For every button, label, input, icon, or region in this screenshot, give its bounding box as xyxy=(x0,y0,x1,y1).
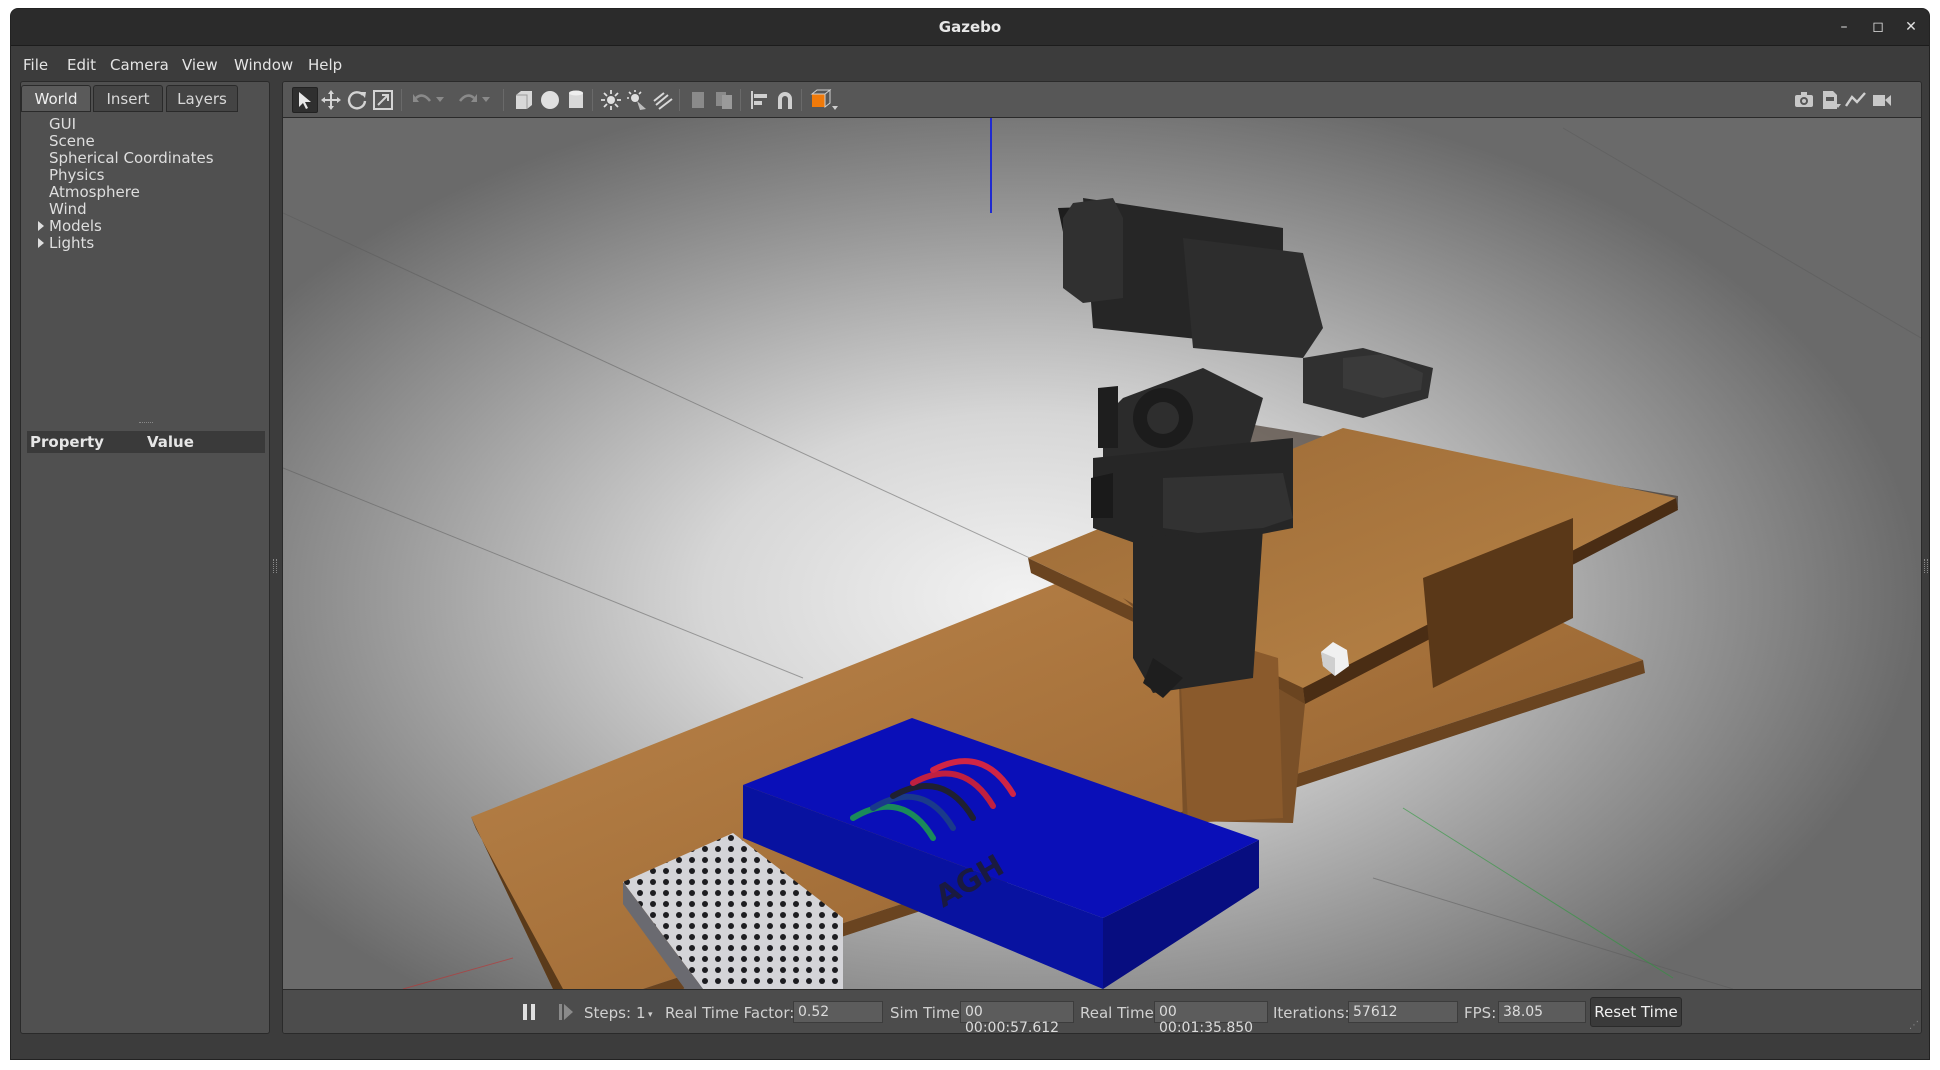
minimize-icon[interactable]: – xyxy=(1834,17,1854,37)
close-icon[interactable]: ✕ xyxy=(1901,17,1921,37)
value-column-header: Value xyxy=(147,433,194,451)
3d-viewport[interactable]: AGH xyxy=(283,118,1921,989)
fps-label: FPS: xyxy=(1464,1004,1497,1022)
window-title: Gazebo xyxy=(938,18,1002,36)
record-video-icon[interactable] xyxy=(1869,87,1895,113)
select-mode-icon[interactable] xyxy=(292,87,318,113)
undo-icon[interactable] xyxy=(409,87,435,113)
real-time-label: Real Time: xyxy=(1080,1004,1159,1022)
paste-icon[interactable] xyxy=(711,87,737,113)
fps-field: 38.05 xyxy=(1498,1001,1586,1023)
cylinder-icon[interactable] xyxy=(563,87,589,113)
menu-view[interactable]: View xyxy=(182,56,218,74)
left-splitter[interactable] xyxy=(273,559,277,573)
translate-mode-icon[interactable] xyxy=(318,87,344,113)
tree-item-models[interactable]: Models xyxy=(49,217,102,235)
menu-edit[interactable]: Edit xyxy=(67,56,96,74)
panel-splitter[interactable] xyxy=(139,422,153,424)
toolbar-separator xyxy=(592,89,593,111)
steps-dropdown-icon[interactable]: ▾ xyxy=(648,1010,653,1020)
property-table-header: Property Value xyxy=(27,431,265,453)
toolbar-separator xyxy=(740,89,741,111)
tree-item-gui[interactable]: GUI xyxy=(49,115,76,133)
menu-camera[interactable]: Camera xyxy=(110,56,169,74)
directional-light-icon[interactable] xyxy=(650,87,676,113)
screenshot-camera-icon[interactable] xyxy=(1791,87,1817,113)
tree-item-atmosphere[interactable]: Atmosphere xyxy=(49,183,140,201)
property-column-header: Property xyxy=(30,433,104,451)
toolbar-separator xyxy=(801,89,802,111)
tree-item-scene[interactable]: Scene xyxy=(49,132,95,150)
tab-world[interactable]: World xyxy=(21,85,91,112)
spot-light-icon[interactable] xyxy=(624,87,650,113)
sim-time-label: Sim Time: xyxy=(890,1004,965,1022)
toolbar-separator xyxy=(503,89,504,111)
scale-mode-icon[interactable] xyxy=(370,87,396,113)
toolbar xyxy=(283,82,1921,118)
menu-bar: File Edit Camera View Window Help xyxy=(11,47,1929,79)
plot-icon[interactable] xyxy=(1843,87,1869,113)
world-tree: GUI Scene Spherical Coordinates Physics … xyxy=(21,112,269,412)
redo-icon[interactable] xyxy=(455,87,481,113)
point-light-icon[interactable] xyxy=(598,87,624,113)
scene-render: AGH xyxy=(283,118,1921,989)
copy-icon[interactable] xyxy=(685,87,711,113)
pause-icon[interactable] xyxy=(521,1003,537,1021)
steps-spinbox[interactable]: 1 xyxy=(636,1004,646,1022)
undo-dropdown-icon[interactable] xyxy=(433,87,447,113)
align-icon[interactable] xyxy=(746,87,772,113)
y-axis xyxy=(1402,807,1674,979)
left-panel: World Insert Layers GUI Scene Spherical … xyxy=(20,81,270,1034)
iterations-field: 57612 xyxy=(1348,1001,1458,1023)
menu-help[interactable]: Help xyxy=(308,56,342,74)
snap-magnet-icon[interactable] xyxy=(772,87,798,113)
sim-time-field: 00 00:00:57.612 xyxy=(960,1001,1074,1033)
rotate-mode-icon[interactable] xyxy=(344,87,370,113)
tab-layers[interactable]: Layers xyxy=(166,85,238,112)
steps-label: Steps: xyxy=(584,1004,632,1022)
resize-grip-icon[interactable]: ⋰ xyxy=(1909,1020,1919,1031)
gazebo-window: Gazebo – ◻ ✕ File Edit Camera View Windo… xyxy=(10,8,1930,1060)
tab-insert[interactable]: Insert xyxy=(93,85,163,112)
iterations-label: Iterations: xyxy=(1273,1004,1350,1022)
toolbar-separator xyxy=(679,89,680,111)
log-icon[interactable] xyxy=(1817,87,1843,113)
tree-item-physics[interactable]: Physics xyxy=(49,166,104,184)
redo-dropdown-icon[interactable] xyxy=(479,87,493,113)
real-time-field: 00 00:01:35.850 xyxy=(1154,1001,1268,1033)
step-icon[interactable] xyxy=(558,1003,574,1021)
view-angle-icon[interactable] xyxy=(807,87,839,113)
toolbar-separator xyxy=(401,89,402,111)
sphere-icon[interactable] xyxy=(537,87,563,113)
tree-item-wind[interactable]: Wind xyxy=(49,200,87,218)
tree-item-lights[interactable]: Lights xyxy=(49,234,94,252)
expand-arrow-icon[interactable] xyxy=(38,221,44,231)
maximize-icon[interactable]: ◻ xyxy=(1868,17,1888,37)
menu-file[interactable]: File xyxy=(23,56,48,74)
right-splitter[interactable] xyxy=(1924,559,1928,573)
rtf-field: 0.52 xyxy=(793,1001,883,1023)
box-icon[interactable] xyxy=(511,87,537,113)
expand-arrow-icon[interactable] xyxy=(38,238,44,248)
tree-item-spherical-coordinates[interactable]: Spherical Coordinates xyxy=(49,149,214,167)
menu-window[interactable]: Window xyxy=(234,56,293,74)
render-panel: AGH Steps: 1 ▾ Real Time Factor: 0.52 Si… xyxy=(282,81,1922,1034)
title-bar: Gazebo – ◻ ✕ xyxy=(11,9,1929,46)
rtf-label: Real Time Factor: xyxy=(665,1004,795,1022)
x-axis xyxy=(402,957,514,989)
status-bar: Steps: 1 ▾ Real Time Factor: 0.52 Sim Ti… xyxy=(283,989,1921,1033)
reset-time-button[interactable]: Reset Time xyxy=(1590,997,1682,1027)
